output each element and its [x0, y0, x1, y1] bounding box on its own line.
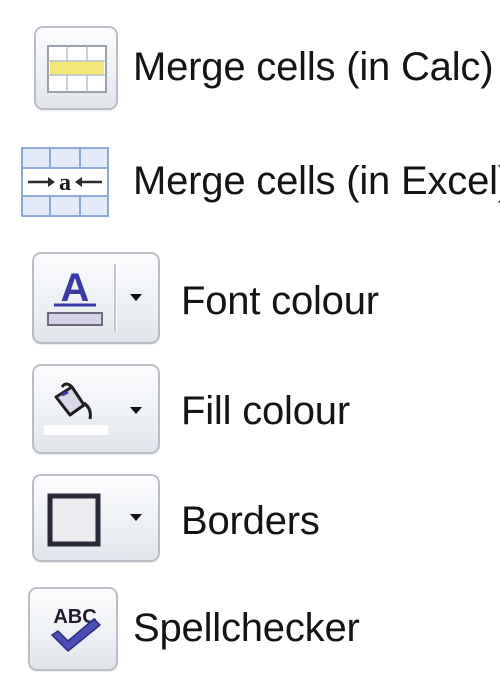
spellchecker-button[interactable]: ABC	[28, 587, 118, 671]
merge-cells-excel-label: Merge cells (in Excel)	[133, 159, 500, 203]
excel-a-glyph: a	[59, 170, 71, 196]
merge-cells-calc-icon	[47, 45, 107, 93]
border-box-icon	[47, 493, 101, 547]
fill-colour-label: Fill colour	[181, 389, 350, 433]
font-colour-split-divider	[114, 264, 116, 332]
font-colour-label: Font colour	[181, 279, 379, 323]
spellchecker-row: ABC Spellchecker	[0, 585, 500, 675]
font-color-icon: A	[47, 266, 103, 326]
merge-cells-excel-row: a Merge cells (in Excel)	[0, 138, 500, 228]
borders-row: Borders	[0, 470, 500, 566]
merge-cells-calc-button[interactable]	[34, 26, 118, 110]
fill-bucket-icon	[44, 382, 108, 435]
borders-label: Borders	[181, 499, 320, 543]
spellchecker-label: Spellchecker	[133, 606, 360, 650]
font-color-a-glyph: A	[61, 266, 90, 310]
borders-button[interactable]	[32, 474, 160, 562]
fill-colour-row: Fill colour	[0, 362, 500, 458]
merge-cells-calc-row: Merge cells (in Calc)	[0, 22, 500, 114]
merge-cells-calc-label: Merge cells (in Calc)	[133, 45, 494, 89]
fill-colour-button[interactable]	[32, 364, 160, 454]
font-colour-row: A Font colour	[0, 250, 500, 348]
merge-and-center-excel-icon[interactable]: a	[20, 146, 110, 220]
font-colour-button[interactable]: A	[32, 252, 160, 344]
spellcheck-abc-icon: ABC	[51, 606, 101, 652]
font-colour-dropdown-arrow-icon[interactable]	[130, 294, 142, 301]
fill-colour-dropdown-arrow-icon[interactable]	[130, 407, 142, 414]
borders-dropdown-arrow-icon[interactable]	[130, 514, 142, 521]
